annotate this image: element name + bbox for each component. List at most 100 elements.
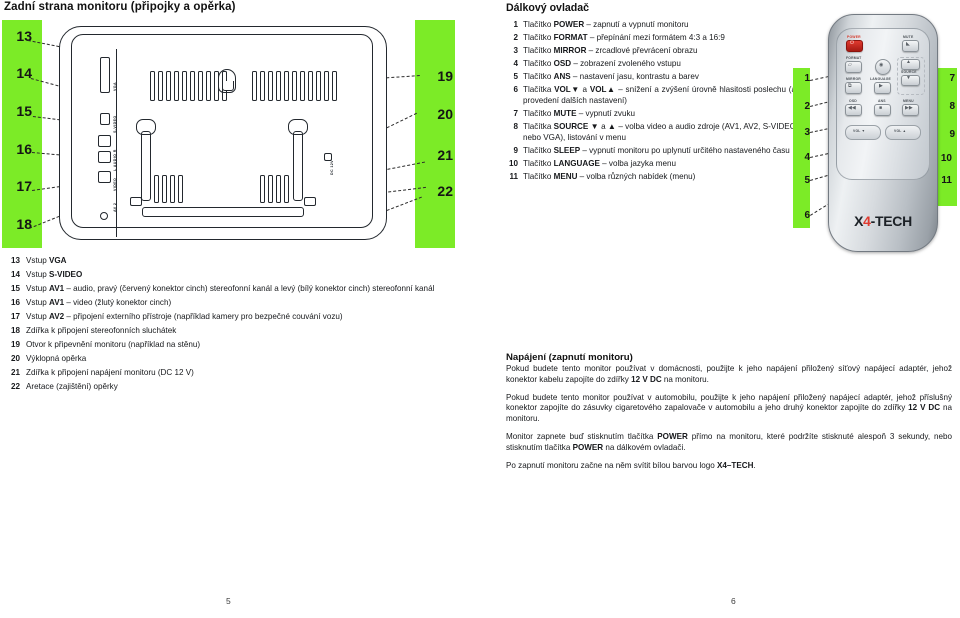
list-item: 21 Zdířka k připojení napájení monitoru (… <box>6 368 474 379</box>
power-paragraph: Monitor zapnete buď stisknutím tlačítka … <box>506 431 952 452</box>
list-item: 15 Vstup AV1 – audio, pravý (červený kone… <box>6 284 474 295</box>
port-audio-l <box>98 135 111 147</box>
item-text: Vstup AV1 – audio, pravý (červený konekt… <box>26 283 435 293</box>
callout-1: 1 <box>804 73 810 84</box>
page-number-left: 5 <box>226 596 231 606</box>
callout-bar-monitor-left <box>2 20 42 248</box>
item-text: Tlačítka SOURCE ▼ a ▲ – volba video a au… <box>523 122 796 142</box>
item-text: Tlačítko LANGUAGE – volba jazyka menu <box>523 159 676 169</box>
vent-group-right-bottom <box>260 175 290 203</box>
mirror-icon: ⧉ <box>848 83 852 89</box>
item-number: 6 <box>513 85 518 95</box>
item-text: Zdířka k připojení stereofonních sluchát… <box>26 325 177 335</box>
page-number-right: 6 <box>731 596 736 606</box>
item-number: 3 <box>513 46 518 56</box>
format-icon: ▱ <box>848 62 852 68</box>
list-item: 16 Vstup AV1 – video (žlutý konektor cinc… <box>6 298 474 309</box>
list-item: 10 Tlačítko LANGUAGE – volba jazyka menu <box>506 159 796 170</box>
item-text: Tlačítko OSD – zobrazení zvoleného vstup… <box>523 59 681 69</box>
callout-22: 22 <box>437 183 453 199</box>
list-item: 20 Výklopná opěrka <box>6 354 474 365</box>
item-text: Vstup AV1 – video (žlutý konektor cinch) <box>26 297 172 307</box>
mute-icon: ◣ <box>906 41 910 47</box>
connector-strip: VGA S-VIDEO L AUDIO R VIDEO AV 2 <box>86 49 117 237</box>
callout-7: 7 <box>949 73 955 84</box>
list-item: 5 Tlačítko ANS – nastavení jasu, kontrast… <box>506 72 796 83</box>
item-number: 13 <box>10 256 20 265</box>
stand-lock-left <box>130 197 142 206</box>
button-label-ans: ANS <box>878 99 886 103</box>
remote-description-list: 1 Tlačítko POWER – zapnutí a vypnutí moni… <box>506 20 796 185</box>
callout-11: 11 <box>941 175 952 186</box>
item-text: Tlačítka VOL▼ a VOL▲ – snížení a zvýšení… <box>523 85 796 106</box>
item-text: Výklopná opěrka <box>26 353 87 363</box>
callout-4: 4 <box>804 152 810 163</box>
item-text: Aretace (zajištění) opěrky <box>26 381 118 391</box>
callout-19: 19 <box>437 68 453 84</box>
list-item: 9 Tlačítko SLEEP – vypnutí monitoru po up… <box>506 146 796 157</box>
list-item: 2 Tlačítko FORMAT – přepínání mezi formát… <box>506 33 796 44</box>
logo-4: 4 <box>863 213 871 229</box>
list-item: 14 Vstup S-VIDEO <box>6 270 474 281</box>
source-up-icon: ▲ <box>906 59 911 65</box>
remote-keypad-face: POWER ⏻ MUTE ◣ FORMAT ▱ ◉ ▲ SOURCE ▼ MIR… <box>836 28 930 180</box>
callout-16: 16 <box>16 141 32 157</box>
port-headphone <box>100 212 108 220</box>
page-title-remote: Dálkový ovladač <box>506 2 590 14</box>
item-text: Otvor k připevnění monitoru (například n… <box>26 339 201 349</box>
port-video <box>98 171 111 183</box>
power-icon: ⏻ <box>850 40 854 46</box>
button-label-menu: MENU <box>903 99 914 103</box>
port-label-svideo: S-VIDEO <box>113 115 117 133</box>
port-label-dc: DC 12V <box>330 160 334 175</box>
list-item: 1 Tlačítko POWER – zapnutí a vypnutí moni… <box>506 20 796 31</box>
item-number: 21 <box>10 367 20 377</box>
list-item: 3 Tlačítko MIRROR – zrcadlové převrácení … <box>506 46 796 57</box>
item-text: Vstup VGA <box>26 256 67 265</box>
port-audio-r <box>98 151 111 163</box>
port-label-av2: AV 2 <box>113 202 117 212</box>
item-number: 22 <box>10 381 20 391</box>
section-title-power: Napájení (zapnutí monitoru) <box>506 352 633 363</box>
item-number: 5 <box>513 72 518 82</box>
callout-18: 18 <box>16 216 32 232</box>
logo-tech: -TECH <box>870 213 913 229</box>
list-item: 19 Otvor k připevnění monitoru (například… <box>6 340 474 351</box>
ans-button[interactable] <box>874 104 891 116</box>
manual-page: Zadní strana monitoru (připojky a opěrka… <box>0 0 960 618</box>
item-number: 17 <box>10 311 20 321</box>
item-text: Tlačítko FORMAT – přepínání mezi formáte… <box>523 33 725 43</box>
port-label-audio: L AUDIO R <box>113 149 117 171</box>
callout-14: 14 <box>16 65 32 81</box>
power-button[interactable] <box>846 40 863 52</box>
mute-button[interactable] <box>902 40 919 52</box>
list-item: 4 Tlačítko OSD – zobrazení zvoleného vstu… <box>506 59 796 70</box>
button-label-osd: OSD <box>849 99 857 103</box>
item-text: Tlačítko SLEEP – vypnutí monitoru po upl… <box>523 145 790 155</box>
callout-3: 3 <box>804 127 810 138</box>
item-text: Tlačítko POWER – zapnutí a vypnutí monit… <box>523 20 689 29</box>
callout-9: 9 <box>949 129 955 140</box>
item-number: 11 <box>509 172 518 182</box>
list-item: 8 Tlačítka SOURCE ▼ a ▲ – volba video a a… <box>506 122 796 143</box>
callout-6: 6 <box>804 210 810 221</box>
list-item: 22 Aretace (zajištění) opěrky <box>6 382 474 393</box>
button-label-mirror: MIRROR <box>846 77 861 81</box>
callout-20: 20 <box>437 106 453 122</box>
item-number: 20 <box>10 353 20 363</box>
osd-icon: ◀◀ <box>848 105 856 111</box>
item-number: 7 <box>513 109 518 119</box>
item-number: 1 <box>513 20 518 29</box>
callout-13: 13 <box>16 28 32 44</box>
language-icon: ▶ <box>879 83 883 89</box>
stand-crossbar <box>142 207 304 217</box>
stand-lock-right <box>304 197 316 206</box>
vent-group-left-bottom <box>154 175 184 203</box>
button-label-language: LANGUAGE <box>870 77 892 81</box>
item-text: Vstup AV2 – připojení externího přístroj… <box>26 311 343 321</box>
item-number: 15 <box>10 283 20 293</box>
list-item: 13 Vstup VGA <box>6 256 474 267</box>
item-number: 16 <box>10 297 20 307</box>
monitor-description-list: 13 Vstup VGA 14 Vstup S-VIDEO 15 Vstup AV1 … <box>6 256 474 396</box>
page-title-monitor-back: Zadní strana monitoru (připojky a opěrka… <box>4 1 236 13</box>
